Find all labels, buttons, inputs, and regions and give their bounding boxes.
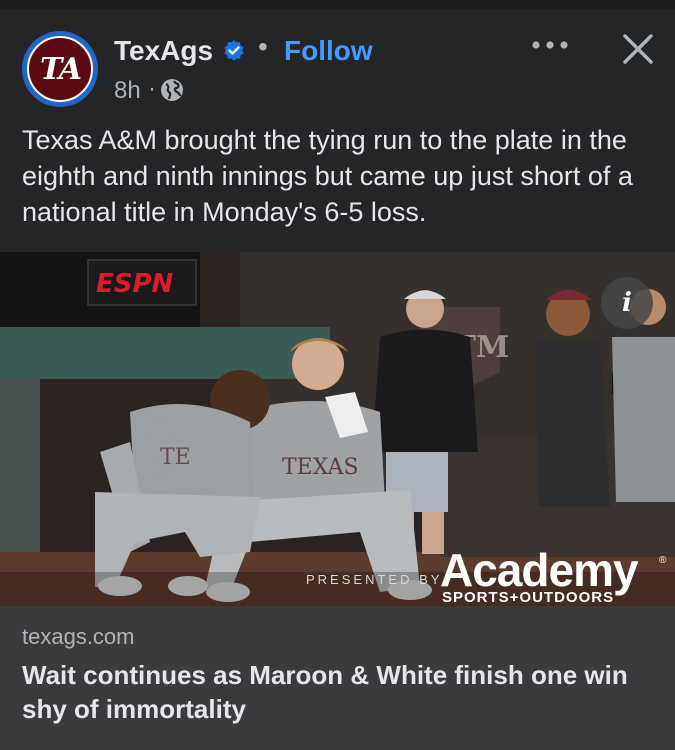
jersey-text: TEXAS	[282, 455, 359, 480]
avatar-text: TA	[40, 51, 82, 87]
link-domain: texags.com	[22, 624, 135, 649]
globe-icon	[161, 79, 183, 101]
svg-text:TE: TE	[160, 445, 191, 470]
page-avatar[interactable]: TA	[22, 31, 98, 107]
post-header: TA TexAgs • Follow 8h ·	[0, 9, 675, 114]
espn-logo: ESPN	[96, 269, 174, 299]
link-preview-card[interactable]: texags.com Wait continues as Maroon & Wh…	[0, 606, 675, 750]
more-horizontal-icon[interactable]	[530, 35, 570, 55]
sponsor-logo-tagline: SPORTS+OUTDOORS	[442, 589, 615, 606]
close-icon[interactable]	[620, 31, 656, 67]
post-text: Texas A&M brought the tying run to the p…	[22, 125, 633, 227]
sponsor-presented-by: PRESENTED BY	[306, 572, 443, 587]
follow-button[interactable]: Follow	[284, 35, 373, 67]
post-timestamp[interactable]: 8h	[114, 77, 141, 105]
info-button[interactable]: i	[601, 277, 653, 329]
verified-badge-icon	[224, 40, 244, 61]
page-name[interactable]: TexAgs	[114, 35, 213, 67]
separator-dot: •	[258, 31, 268, 62]
status-bar-strip	[0, 0, 675, 9]
avatar-logo: TA	[27, 36, 93, 102]
timestamp-separator: ·	[148, 75, 156, 102]
sponsor-registered-mark: ®	[659, 555, 667, 566]
link-title: Wait continues as Maroon & White finish …	[22, 660, 628, 724]
info-icon: i	[622, 288, 632, 318]
